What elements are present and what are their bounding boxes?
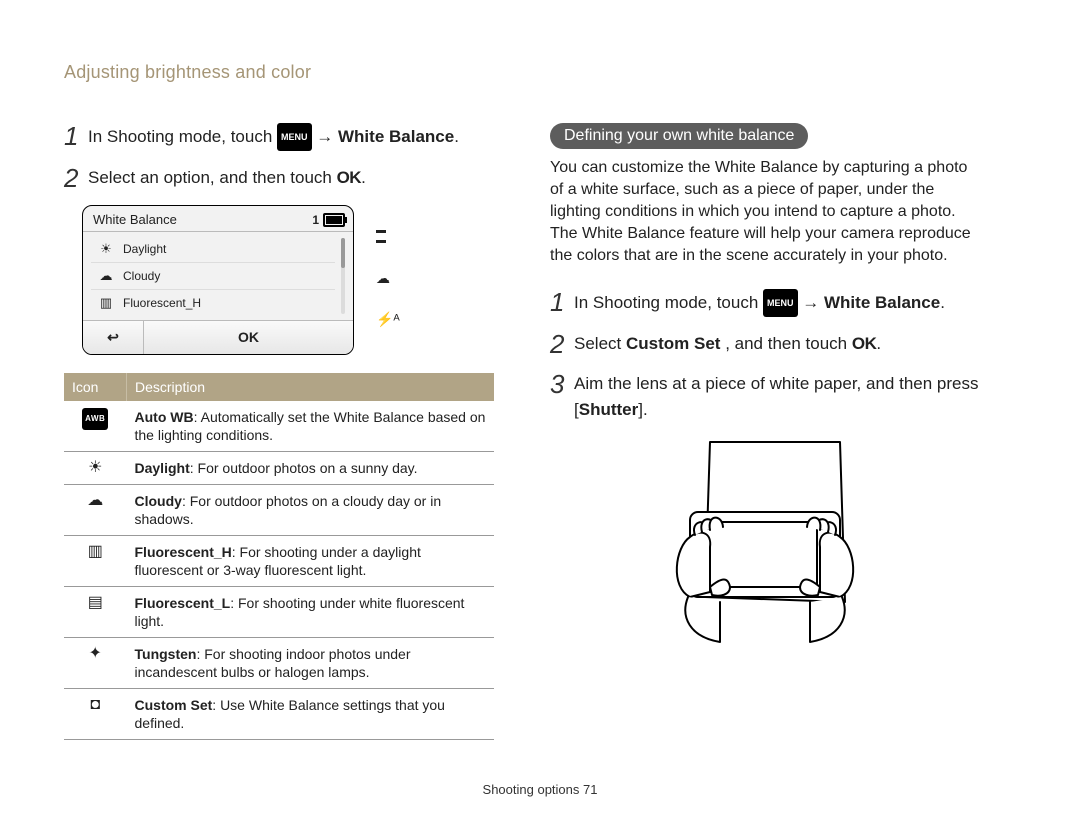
menu-icon: MENU: [277, 123, 312, 151]
paragraph: You can customize the White Balance by c…: [550, 157, 980, 267]
fluorescent-icon: ▥: [97, 295, 115, 311]
text: ].: [638, 400, 647, 419]
table-row: ☀ Daylight: For outdoor photos on a sunn…: [64, 452, 494, 485]
left-column: 1 In Shooting mode, touch MENU → White B…: [64, 123, 494, 740]
lcd-item-daylight[interactable]: ☀ Daylight: [91, 236, 335, 263]
lcd-title: White Balance: [93, 212, 177, 227]
cloud-icon: ☁: [97, 268, 115, 284]
step-number: 1: [550, 289, 568, 315]
row-desc: : For outdoor photos on a sunny day.: [190, 460, 418, 476]
text: .: [940, 293, 945, 312]
lcd-count: 1: [312, 213, 319, 227]
text: , and then touch: [725, 334, 852, 353]
row-key: Fluorescent_L: [135, 595, 231, 611]
row-key: Tungsten: [135, 646, 197, 662]
stacked-indicator-icon: ▬▬: [376, 226, 400, 246]
awb-icon: AWB: [82, 408, 108, 430]
text: .: [361, 168, 366, 187]
flash-auto-icon: ⚡ᴬ: [376, 311, 400, 328]
back-button[interactable]: ↩: [83, 321, 144, 354]
table-row: ◘ Custom Set: Use White Balance settings…: [64, 689, 494, 740]
table-row: ☁ Cloudy: For outdoor photos on a cloudy…: [64, 485, 494, 536]
text: In Shooting mode, touch: [88, 127, 277, 146]
table-row: ▤ Fluorescent_L: For shooting under whit…: [64, 587, 494, 638]
fluorescent-l-icon: ▤: [64, 587, 127, 638]
step-number: 3: [550, 371, 568, 397]
text: In Shooting mode, touch: [574, 293, 763, 312]
sun-icon: ☀: [64, 452, 127, 485]
cloud-icon: ☁: [64, 485, 127, 536]
left-step-1: 1 In Shooting mode, touch MENU → White B…: [64, 123, 494, 151]
col-icon: Icon: [64, 373, 127, 401]
lcd-option-list: ☀ Daylight ☁ Cloudy ▥ Fluorescent_H: [91, 236, 335, 316]
row-key: Daylight: [135, 460, 190, 476]
step-number: 2: [550, 331, 568, 357]
text: .: [876, 334, 881, 353]
scrollbar[interactable]: [341, 238, 345, 314]
right-step-2: 2 Select Custom Set , and then touch OK.: [550, 331, 980, 357]
subsection-heading: Defining your own white balance: [550, 123, 808, 149]
table-row: AWB Auto WB: Automatically set the White…: [64, 401, 494, 452]
text: .: [454, 127, 459, 146]
text: →: [316, 127, 338, 146]
section-breadcrumb: Adjusting brightness and color: [64, 62, 1016, 83]
table-row: ✦ Tungsten: For shooting indoor photos u…: [64, 638, 494, 689]
row-key: Fluorescent_H: [135, 544, 232, 560]
ok-icon: OK: [852, 334, 877, 353]
tungsten-icon: ✦: [89, 645, 102, 663]
col-description: Description: [127, 373, 495, 401]
step-number: 2: [64, 165, 82, 191]
ok-button[interactable]: OK: [144, 321, 353, 354]
text: →: [802, 293, 824, 312]
sun-icon: ☀: [97, 241, 115, 257]
row-key: Cloudy: [135, 493, 182, 509]
text: Select an option, and then touch: [88, 168, 337, 187]
text-bold: White Balance: [824, 293, 940, 312]
text-bold: Shutter: [579, 400, 639, 419]
step-number: 1: [64, 123, 82, 149]
wb-icon-table: Icon Description AWB Auto WB: Automatica…: [64, 373, 494, 740]
text-bold: Custom Set: [626, 334, 720, 353]
page-number: 71: [583, 782, 597, 797]
right-column: Defining your own white balance You can …: [550, 123, 980, 740]
fluorescent-h-icon: ▥: [64, 536, 127, 587]
ok-icon: OK: [337, 168, 362, 187]
lcd-item-cloudy[interactable]: ☁ Cloudy: [91, 263, 335, 290]
lcd-item-fluorescent-h[interactable]: ▥ Fluorescent_H: [91, 290, 335, 316]
row-key: Custom Set: [135, 697, 213, 713]
cloud-icon: ☁: [376, 270, 400, 287]
text-bold: White Balance: [338, 127, 454, 146]
page-footer: Shooting options 71: [0, 782, 1080, 797]
hands-holding-camera-illustration: [650, 437, 880, 647]
right-step-3: 3 Aim the lens at a piece of white paper…: [550, 371, 980, 423]
left-step-2: 2 Select an option, and then touch OK.: [64, 165, 494, 191]
custom-set-icon: ◘: [64, 689, 127, 740]
camera-lcd: White Balance 1 ☀ Daylight: [82, 205, 354, 355]
lcd-item-label: Daylight: [123, 242, 166, 256]
text: Select: [574, 334, 626, 353]
lcd-item-label: Fluorescent_H: [123, 296, 201, 310]
right-step-1: 1 In Shooting mode, touch MENU → White B…: [550, 289, 980, 317]
menu-icon: MENU: [763, 289, 798, 317]
footer-section: Shooting options: [483, 782, 583, 797]
row-key: Auto WB: [135, 409, 194, 425]
table-row: ▥ Fluorescent_H: For shooting under a da…: [64, 536, 494, 587]
battery-icon: [323, 213, 345, 227]
lcd-item-label: Cloudy: [123, 269, 160, 283]
